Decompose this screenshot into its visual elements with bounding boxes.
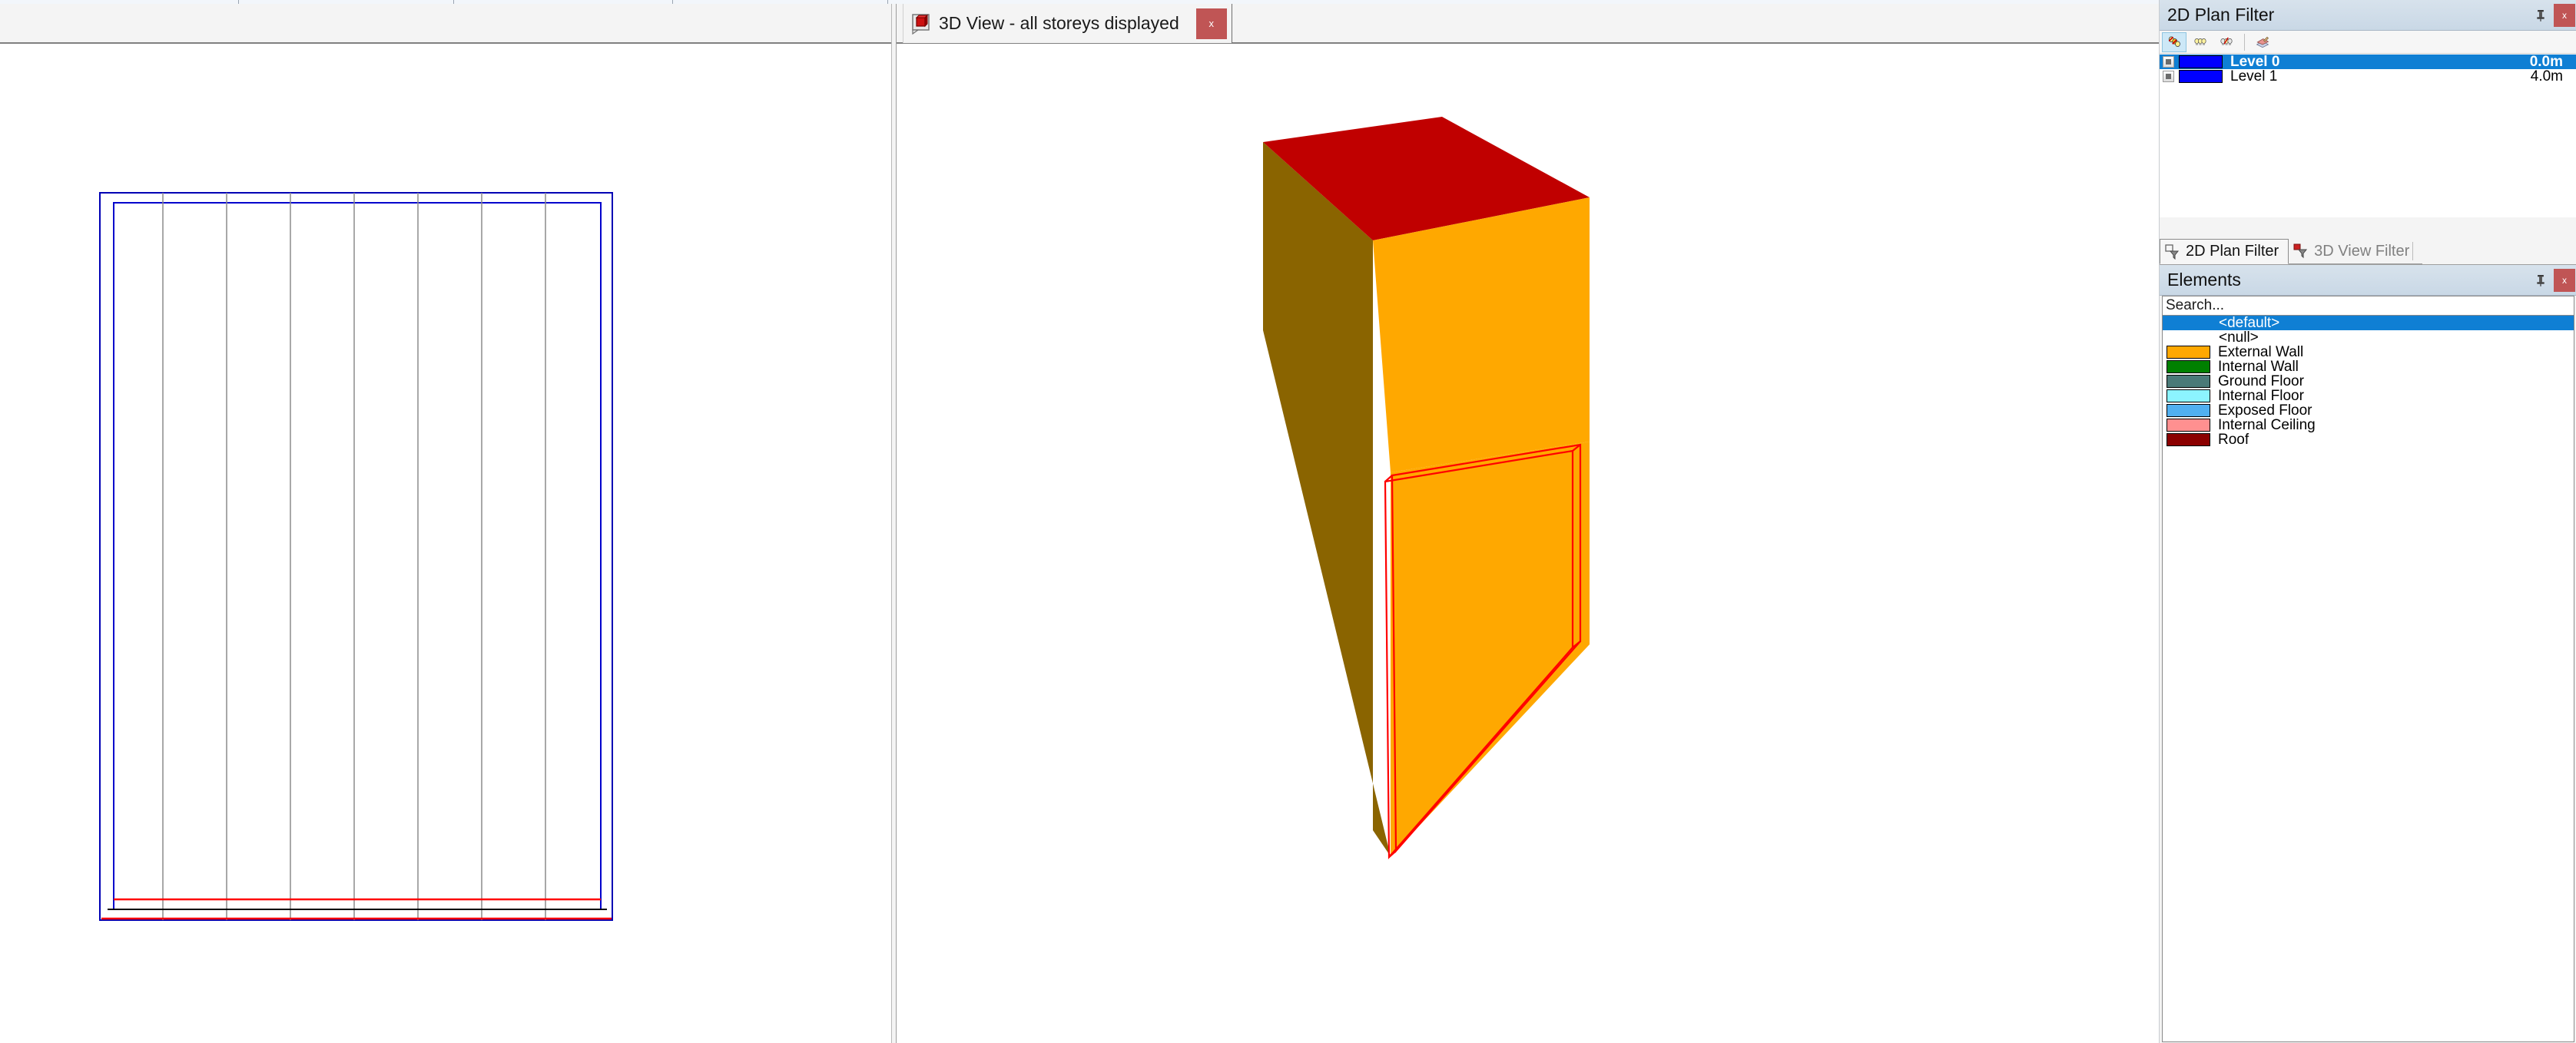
pane-splitter[interactable] xyxy=(891,4,897,1043)
filter-3d-icon xyxy=(2293,243,2309,259)
pin-icon[interactable] xyxy=(2531,4,2551,27)
plan-grid-lines xyxy=(162,193,546,920)
application-window: 3D View - all storeys displayed x 2D Pla… xyxy=(0,0,2576,1043)
toolbar-separator xyxy=(2244,33,2245,51)
element-color-swatch[interactable] xyxy=(2167,419,2210,432)
plan-view-pane xyxy=(0,4,891,1043)
wall-front-lower[interactable] xyxy=(1391,442,1590,856)
view-3d-pane: 3D View - all storeys displayed x xyxy=(897,4,2159,1043)
list-item[interactable]: Internal Ceiling xyxy=(2163,417,2574,433)
panel-close-button[interactable]: x xyxy=(2554,268,2575,292)
level-row[interactable]: Level 1 4.0m xyxy=(2160,68,2576,84)
plan-filter-title: 2D Plan Filter xyxy=(2167,5,2275,25)
element-color-swatch[interactable] xyxy=(2167,433,2210,446)
level-visibility-toggle-icon[interactable] xyxy=(2163,56,2174,68)
elements-panel: Elements x Search... <default> <null> Ex… xyxy=(2160,265,2576,1043)
level-color-swatch[interactable] xyxy=(2179,70,2223,83)
list-item[interactable]: Roof xyxy=(2163,431,2574,448)
right-dock: 2D Plan Filter x Level 0 0.0m Level 1 4.… xyxy=(2159,0,2576,1043)
levels-list[interactable]: Level 0 0.0m Level 1 4.0m xyxy=(2160,55,2576,217)
plan-view-tabbar xyxy=(0,4,891,44)
filter-tab-strip: 2D Plan Filter 3D View Filter xyxy=(2160,237,2576,265)
tab-3d-view[interactable]: 3D View - all storeys displayed x xyxy=(903,4,1232,43)
plan-drawing xyxy=(99,192,613,921)
view-3d-canvas[interactable] xyxy=(897,45,2159,1043)
lights-partial-icon[interactable] xyxy=(2214,32,2239,52)
level-height: 4.0m xyxy=(2530,68,2563,84)
level-row[interactable]: Level 0 0.0m xyxy=(2160,55,2576,70)
panel-close-button[interactable]: x xyxy=(2554,3,2575,27)
tab-2d-plan-filter[interactable]: 2D Plan Filter xyxy=(2160,239,2289,264)
tab-3d-view-label: 3D View - all storeys displayed xyxy=(939,13,1179,33)
wall-side-shaded[interactable] xyxy=(1263,142,1391,856)
building-model-render[interactable] xyxy=(897,45,2159,1043)
list-item[interactable]: Ground Floor xyxy=(2163,373,2574,389)
plan-view-canvas[interactable] xyxy=(0,45,890,1043)
element-color-swatch[interactable] xyxy=(2167,375,2210,388)
level-color-swatch[interactable] xyxy=(2179,55,2223,68)
element-color-swatch[interactable] xyxy=(2167,404,2210,417)
paint-levels-icon[interactable] xyxy=(2250,32,2275,52)
tab-close-button[interactable]: x xyxy=(1195,8,1227,39)
tab-2d-plan-filter-label: 2D Plan Filter xyxy=(2186,243,2279,260)
elements-list[interactable]: <default> <null> External Wall Internal … xyxy=(2162,316,2574,1042)
list-item[interactable]: Internal Wall xyxy=(2163,359,2574,375)
list-item[interactable]: Internal Floor xyxy=(2163,388,2574,404)
lights-on-icon[interactable] xyxy=(2188,32,2213,52)
plan-inner-boundary xyxy=(113,202,602,910)
elements-title: Elements xyxy=(2167,270,2241,290)
search-input[interactable]: Search... xyxy=(2162,296,2574,316)
element-color-swatch[interactable] xyxy=(2167,389,2210,402)
filter-2d-icon xyxy=(2165,243,2180,260)
tab-3d-view-filter[interactable]: 3D View Filter xyxy=(2289,239,2423,264)
level-name: Level 1 xyxy=(2230,68,2278,84)
elements-titlebar: Elements x xyxy=(2160,265,2576,296)
plan-filter-panel: 2D Plan Filter x Level 0 0.0m Level 1 4.… xyxy=(2160,0,2576,265)
level-visibility-toggle-icon[interactable] xyxy=(2163,71,2174,82)
plan-filter-toolbar xyxy=(2160,31,2576,54)
list-item[interactable]: <null> xyxy=(2163,329,2574,346)
3d-cube-icon xyxy=(911,13,933,35)
list-item[interactable]: Exposed Floor xyxy=(2163,402,2574,419)
tab-divider xyxy=(2412,242,2414,260)
element-color-swatch[interactable] xyxy=(2167,360,2210,373)
search-input-value: Search... xyxy=(2166,297,2225,313)
tab-3d-view-filter-label: 3D View Filter xyxy=(2314,242,2410,260)
pin-icon[interactable] xyxy=(2531,269,2551,292)
plan-outer-boundary xyxy=(99,192,613,921)
list-item[interactable]: <default> xyxy=(2163,316,2574,331)
element-label: Roof xyxy=(2218,431,2249,448)
plan-filter-titlebar: 2D Plan Filter x xyxy=(2160,0,2576,31)
list-item[interactable]: External Wall xyxy=(2163,344,2574,360)
show-all-levels-icon[interactable] xyxy=(2162,31,2186,52)
element-color-swatch[interactable] xyxy=(2167,346,2210,359)
view-3d-tabbar: 3D View - all storeys displayed x xyxy=(897,4,2159,44)
wall-front-upper[interactable] xyxy=(1373,197,1590,472)
